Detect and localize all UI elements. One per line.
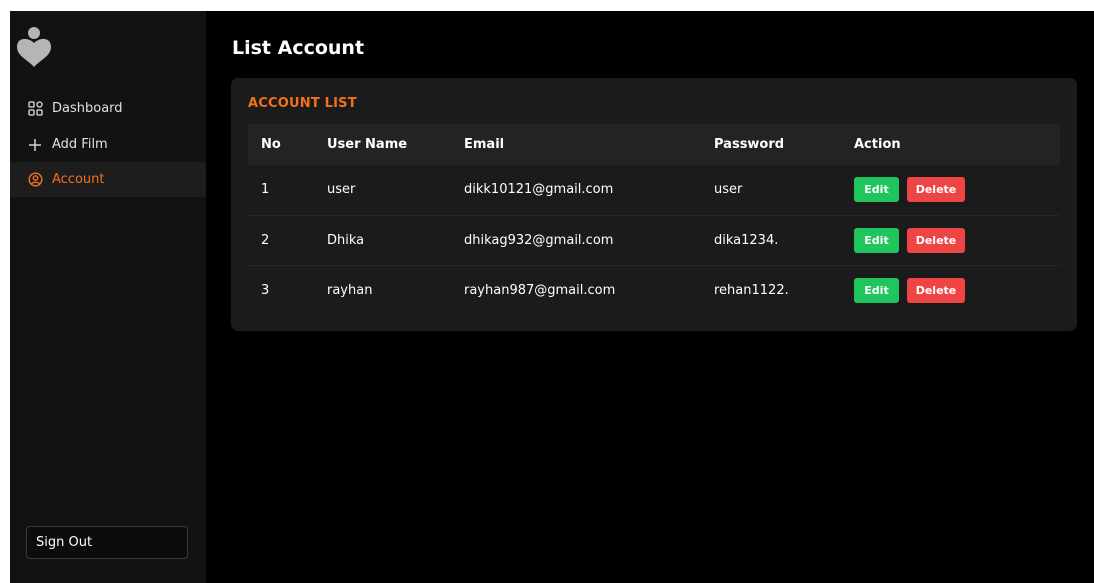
table-row: 2 Dhika dhikag932@gmail.com dika1234. Ed… <box>248 215 1060 265</box>
cell-action: Edit Delete <box>841 165 1060 215</box>
logo-icon <box>14 25 54 69</box>
delete-button[interactable]: Delete <box>907 277 965 303</box>
sidebar-item-add-film[interactable]: Add Film <box>10 127 206 162</box>
page-title: List Account <box>232 37 365 59</box>
cell-username: user <box>327 182 356 198</box>
grid-icon <box>27 101 43 117</box>
cell-action: Edit Delete <box>841 215 1060 265</box>
edit-button[interactable]: Edit <box>854 177 899 203</box>
sidebar-item-dashboard[interactable]: Dashboard <box>10 91 206 126</box>
column-header-action: Action <box>854 137 901 152</box>
cell-action: Edit Delete <box>841 265 1060 315</box>
user-circle-icon <box>27 172 43 188</box>
column-header-password: Password <box>714 137 785 152</box>
delete-button[interactable]: Delete <box>907 227 965 253</box>
plus-icon <box>27 137 43 153</box>
delete-button[interactable]: Delete <box>907 177 965 203</box>
table-header-row: No User Name Email Password Action <box>248 124 1060 165</box>
edit-button[interactable]: Edit <box>854 227 899 253</box>
cell-password: user <box>714 182 743 198</box>
sign-out-button[interactable]: Sign Out <box>26 526 188 559</box>
sidebar-item-account[interactable]: Account <box>10 162 206 197</box>
edit-button[interactable]: Edit <box>854 277 899 303</box>
cell-no: 2 <box>261 232 270 248</box>
column-header-username: User Name <box>327 137 408 152</box>
account-list-card: ACCOUNT LIST No User Name Email Password <box>231 78 1077 331</box>
table-row: 3 rayhan rayhan987@gmail.com rehan1122. … <box>248 265 1060 315</box>
cell-password: dika1234. <box>714 232 779 248</box>
account-table-container: No User Name Email Password Action 1 use… <box>248 124 1060 315</box>
cell-username: rayhan <box>327 282 373 298</box>
sidebar-item-label: Add Film <box>52 137 108 152</box>
card-title: ACCOUNT LIST <box>248 96 357 111</box>
cell-password: rehan1122. <box>714 282 789 298</box>
cell-email: dikk10121@gmail.com <box>464 182 614 198</box>
sidebar-item-label: Dashboard <box>52 101 123 116</box>
cell-username: Dhika <box>327 232 365 248</box>
column-header-no: No <box>261 137 281 152</box>
cell-no: 3 <box>261 282 270 298</box>
cell-email: dhikag932@gmail.com <box>464 232 614 248</box>
cell-email: rayhan987@gmail.com <box>464 282 616 298</box>
account-table: No User Name Email Password Action 1 use… <box>248 124 1060 315</box>
cell-no: 1 <box>261 182 270 198</box>
sidebar-item-label: Account <box>52 172 105 187</box>
table-row: 1 user dikk10121@gmail.com user Edit Dele… <box>248 165 1060 215</box>
sidebar: Dashboard Add Film Account Sign Out <box>10 11 206 583</box>
column-header-email: Email <box>464 137 505 152</box>
app-window: Dashboard Add Film Account Sign Out List… <box>10 11 1094 583</box>
